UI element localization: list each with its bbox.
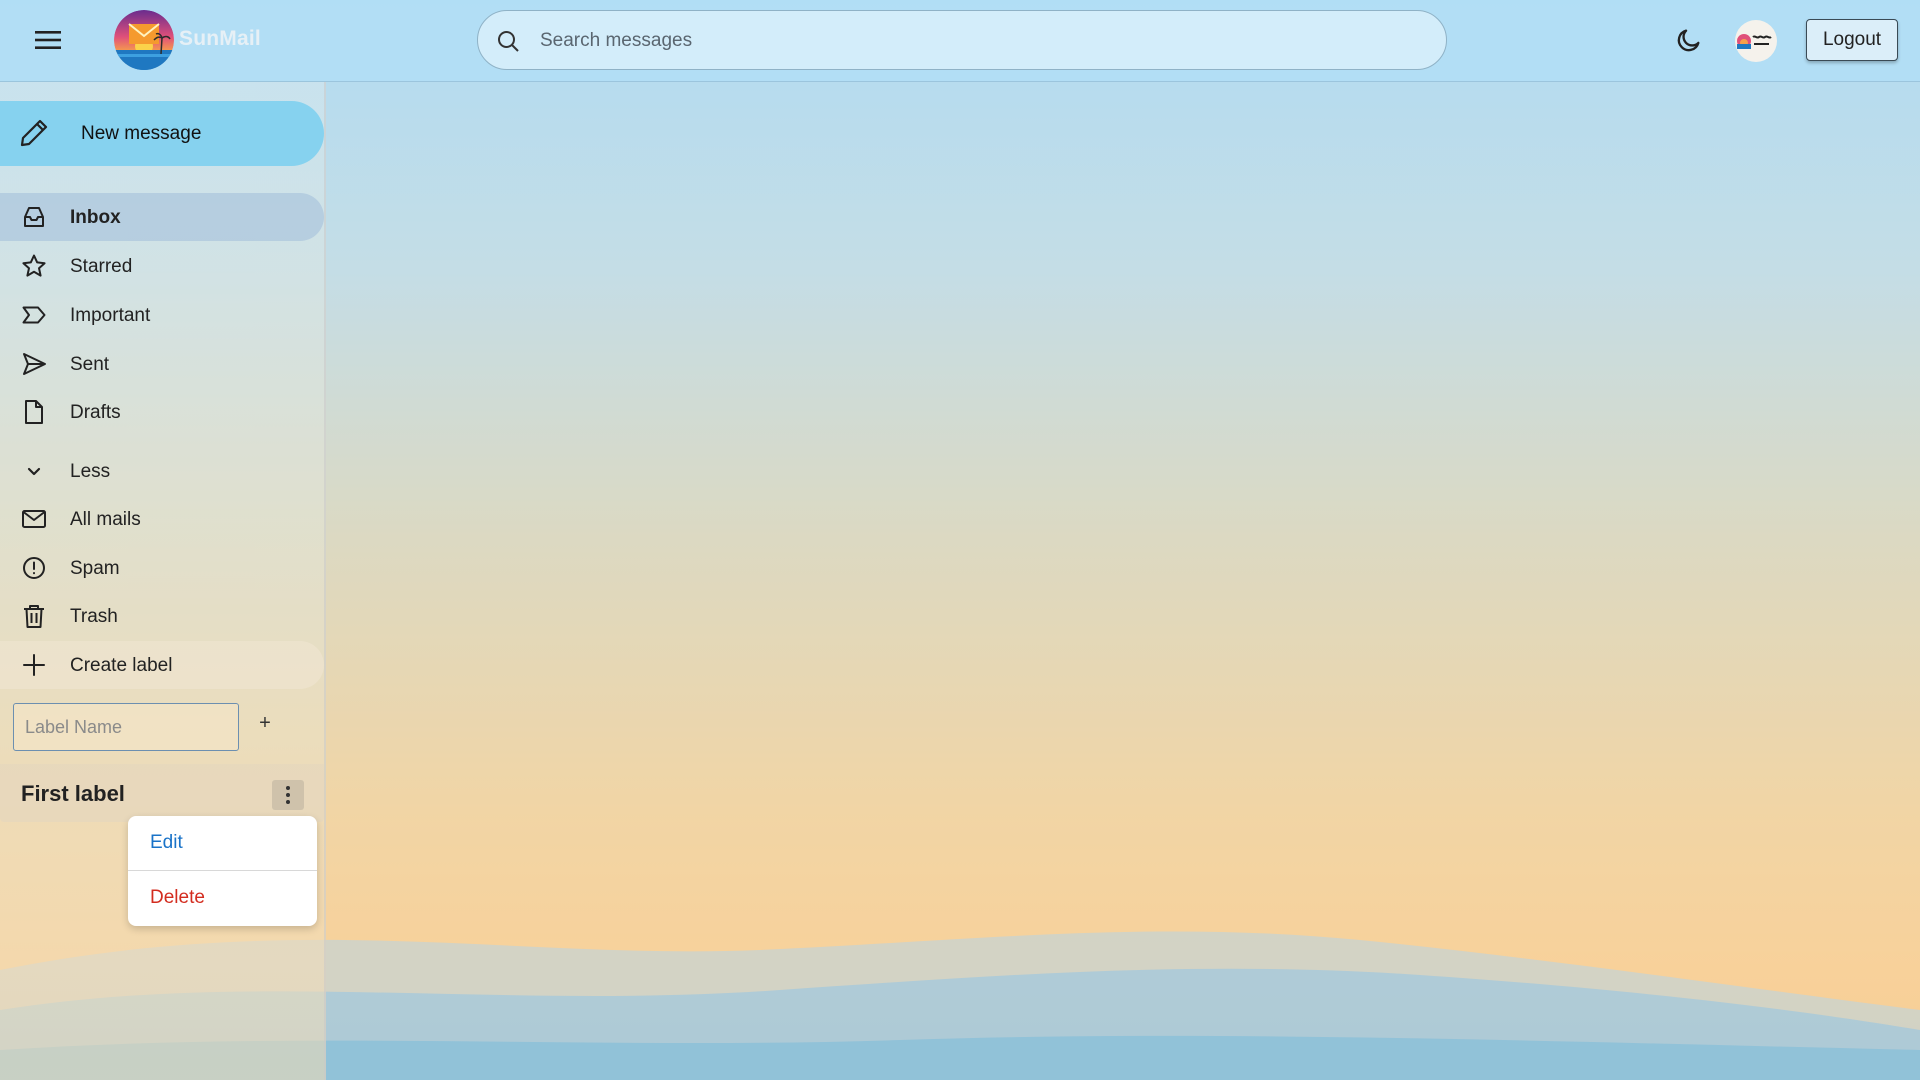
sidebar-item-label: Spam <box>70 558 120 579</box>
new-message-label: New message <box>81 123 202 144</box>
sidebar-item-label: Inbox <box>70 207 121 228</box>
label-options-menu: Edit Delete <box>128 816 317 926</box>
sidebar: New message Inbox Starred Important Sent <box>0 82 326 1080</box>
kebab-icon <box>286 800 290 804</box>
pencil-icon <box>20 119 48 147</box>
edit-label-menu-item[interactable]: Edit <box>128 816 317 871</box>
create-label-text: Create label <box>70 655 173 676</box>
menu-icon <box>35 31 61 49</box>
sidebar-toggle-less[interactable]: Less <box>0 447 324 495</box>
sidebar-item-all-mails[interactable]: All mails <box>0 495 324 543</box>
sidebar-item-label: Starred <box>70 256 133 277</box>
hamburger-menu-button[interactable] <box>30 22 66 58</box>
sidebar-toggle-label: Less <box>70 461 111 482</box>
star-icon <box>22 254 46 277</box>
sidebar-item-label: Important <box>70 305 151 326</box>
alert-circle-icon <box>23 557 45 579</box>
label-options-button[interactable] <box>272 780 304 810</box>
create-label-button[interactable]: Create label <box>0 641 324 689</box>
new-message-button[interactable]: New message <box>0 101 324 166</box>
edit-label-text: Edit <box>150 832 183 853</box>
add-label-button[interactable]: + <box>254 712 276 740</box>
user-avatar[interactable] <box>1735 20 1777 62</box>
search-input[interactable] <box>538 21 1422 61</box>
file-icon <box>25 400 43 424</box>
dark-mode-toggle-icon[interactable] <box>1675 26 1703 54</box>
app-brand-name: SunMail <box>179 27 261 50</box>
sidebar-item-drafts[interactable]: Drafts <box>0 388 324 436</box>
delete-label-menu-item[interactable]: Delete <box>128 871 317 926</box>
search-icon <box>498 31 519 52</box>
trash-icon <box>24 605 44 628</box>
kebab-icon <box>286 793 290 797</box>
sidebar-item-important[interactable]: Important <box>0 291 324 339</box>
label-name-input[interactable] <box>13 703 239 751</box>
sidebar-item-starred[interactable]: Starred <box>0 242 324 290</box>
sidebar-item-label: Drafts <box>70 402 121 423</box>
app-logo[interactable] <box>114 10 174 70</box>
mail-icon <box>22 510 46 528</box>
kebab-icon <box>286 786 290 790</box>
search-bar <box>477 10 1447 70</box>
sidebar-item-label: All mails <box>70 509 141 530</box>
top-header: SunMail Logout <box>0 0 1920 82</box>
sidebar-item-spam[interactable]: Spam <box>0 544 324 592</box>
important-icon <box>22 306 46 324</box>
sidebar-item-label: Sent <box>70 354 110 375</box>
sidebar-item-trash[interactable]: Trash <box>0 592 324 640</box>
delete-label-text: Delete <box>150 887 205 908</box>
plus-icon <box>23 654 45 676</box>
send-icon <box>23 353 46 375</box>
sidebar-item-label: Trash <box>70 606 118 627</box>
sidebar-item-inbox[interactable]: Inbox <box>0 193 324 241</box>
sidebar-item-sent[interactable]: Sent <box>0 340 324 388</box>
chevron-down-icon <box>27 467 41 476</box>
logout-button[interactable]: Logout <box>1806 19 1898 61</box>
inbox-icon <box>24 207 44 227</box>
label-item-name: First label <box>21 781 125 806</box>
label-item-first-label[interactable]: First label <box>0 764 324 822</box>
